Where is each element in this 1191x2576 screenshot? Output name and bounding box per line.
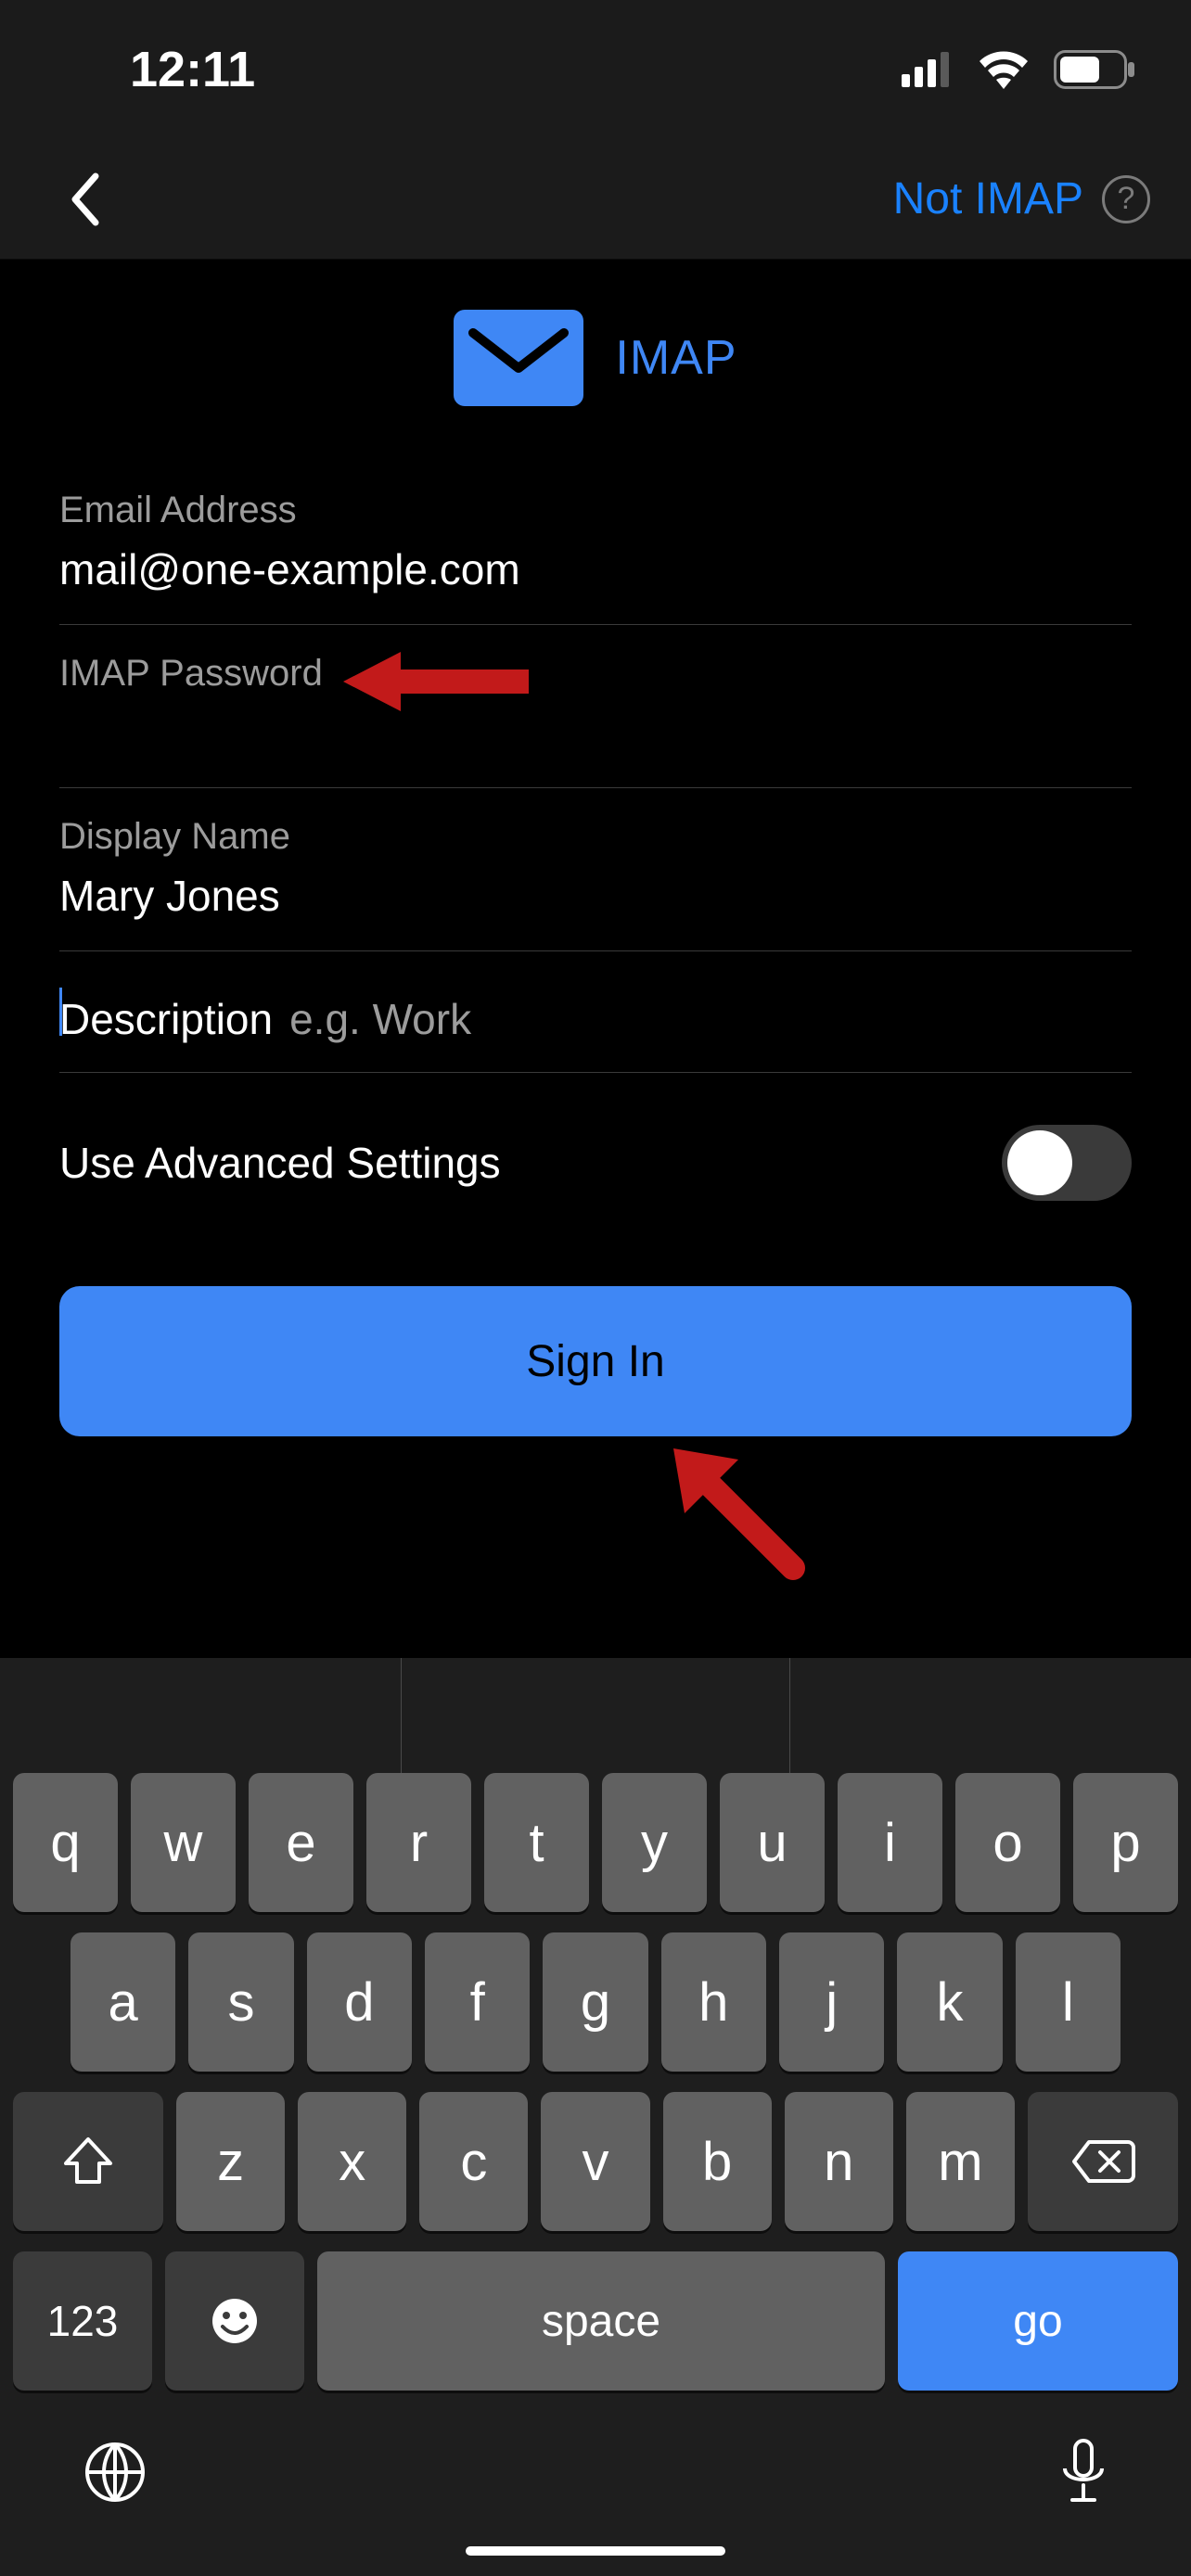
status-time: 12:11	[130, 41, 255, 98]
battery-icon	[1054, 50, 1135, 89]
email-label: Email Address	[59, 490, 1132, 531]
key-i[interactable]: i	[838, 1773, 942, 1912]
sign-in-button[interactable]: Sign In	[59, 1286, 1132, 1436]
microphone-icon	[1059, 2439, 1108, 2506]
key-n[interactable]: n	[785, 2092, 893, 2231]
key-x[interactable]: x	[298, 2092, 406, 2231]
help-icon[interactable]: ?	[1102, 175, 1150, 223]
key-a[interactable]: a	[70, 1932, 175, 2072]
globe-key[interactable]	[83, 2441, 147, 2508]
key-g[interactable]: g	[543, 1932, 647, 2072]
emoji-icon	[209, 2295, 261, 2347]
dictation-key[interactable]	[1059, 2439, 1108, 2510]
key-o[interactable]: o	[955, 1773, 1060, 1912]
key-b[interactable]: b	[663, 2092, 772, 2231]
suggestion-slot[interactable]	[13, 1658, 401, 1773]
space-key[interactable]: space	[317, 2251, 885, 2391]
back-button[interactable]	[56, 172, 111, 227]
text-cursor	[59, 988, 62, 1036]
key-d[interactable]: d	[307, 1932, 412, 2072]
description-field[interactable]: Description e.g. Work	[59, 951, 1132, 1073]
backspace-icon	[1070, 2138, 1135, 2185]
key-p[interactable]: p	[1073, 1773, 1178, 1912]
description-label: Description	[59, 994, 273, 1044]
signin-form: Email Address mail@one-example.com IMAP …	[0, 462, 1191, 1436]
nav-bar: Not IMAP ?	[0, 139, 1191, 260]
go-key[interactable]: go	[898, 2251, 1178, 2391]
status-bar: 12:11	[0, 0, 1191, 139]
nav-right: Not IMAP ?	[893, 173, 1150, 224]
key-s[interactable]: s	[188, 1932, 293, 2072]
key-e[interactable]: e	[249, 1773, 353, 1912]
key-w[interactable]: w	[131, 1773, 236, 1912]
display-name-value: Mary Jones	[59, 869, 1132, 925]
emoji-key[interactable]	[165, 2251, 304, 2391]
shift-icon	[62, 2136, 114, 2187]
keyboard: qwertyuiop asdfghjkl zxcvbnm 123 space g…	[0, 1658, 1191, 2576]
email-value: mail@one-example.com	[59, 542, 1132, 598]
account-type-header: IMAP	[0, 260, 1191, 462]
key-t[interactable]: t	[484, 1773, 589, 1912]
numbers-key[interactable]: 123	[13, 2251, 152, 2391]
display-name-label: Display Name	[59, 816, 1132, 858]
key-k[interactable]: k	[897, 1932, 1002, 2072]
key-m[interactable]: m	[906, 2092, 1015, 2231]
not-imap-link[interactable]: Not IMAP	[893, 173, 1083, 224]
keyboard-suggestion-bar	[13, 1658, 1178, 1773]
advanced-settings-row: Use Advanced Settings	[59, 1073, 1132, 1253]
password-label: IMAP Password	[59, 653, 1132, 695]
key-y[interactable]: y	[602, 1773, 707, 1912]
key-l[interactable]: l	[1016, 1932, 1121, 2072]
key-q[interactable]: q	[13, 1773, 118, 1912]
mail-icon	[454, 310, 583, 406]
description-placeholder: e.g. Work	[289, 994, 471, 1044]
key-j[interactable]: j	[779, 1932, 884, 2072]
key-h[interactable]: h	[661, 1932, 766, 2072]
suggestion-slot[interactable]	[789, 1658, 1178, 1773]
backspace-key[interactable]	[1028, 2092, 1178, 2231]
chevron-left-icon	[68, 172, 99, 226]
key-r[interactable]: r	[366, 1773, 471, 1912]
cellular-icon	[902, 52, 954, 87]
home-indicator[interactable]	[466, 2546, 725, 2556]
wifi-icon	[978, 50, 1030, 89]
key-f[interactable]: f	[425, 1932, 530, 2072]
suggestion-slot[interactable]	[401, 1658, 789, 1773]
status-icons	[902, 50, 1135, 89]
advanced-settings-toggle[interactable]	[1002, 1125, 1132, 1201]
annotation-arrow-signin	[668, 1443, 807, 1582]
display-name-field[interactable]: Display Name Mary Jones	[59, 788, 1132, 951]
account-type-label: IMAP	[615, 330, 736, 386]
password-value	[59, 706, 1132, 761]
email-field[interactable]: Email Address mail@one-example.com	[59, 462, 1132, 625]
advanced-settings-label: Use Advanced Settings	[59, 1138, 501, 1188]
key-c[interactable]: c	[419, 2092, 528, 2231]
key-v[interactable]: v	[541, 2092, 649, 2231]
globe-icon	[83, 2441, 147, 2504]
shift-key[interactable]	[13, 2092, 163, 2231]
password-field[interactable]: IMAP Password	[59, 625, 1132, 788]
key-u[interactable]: u	[720, 1773, 825, 1912]
key-z[interactable]: z	[176, 2092, 285, 2231]
